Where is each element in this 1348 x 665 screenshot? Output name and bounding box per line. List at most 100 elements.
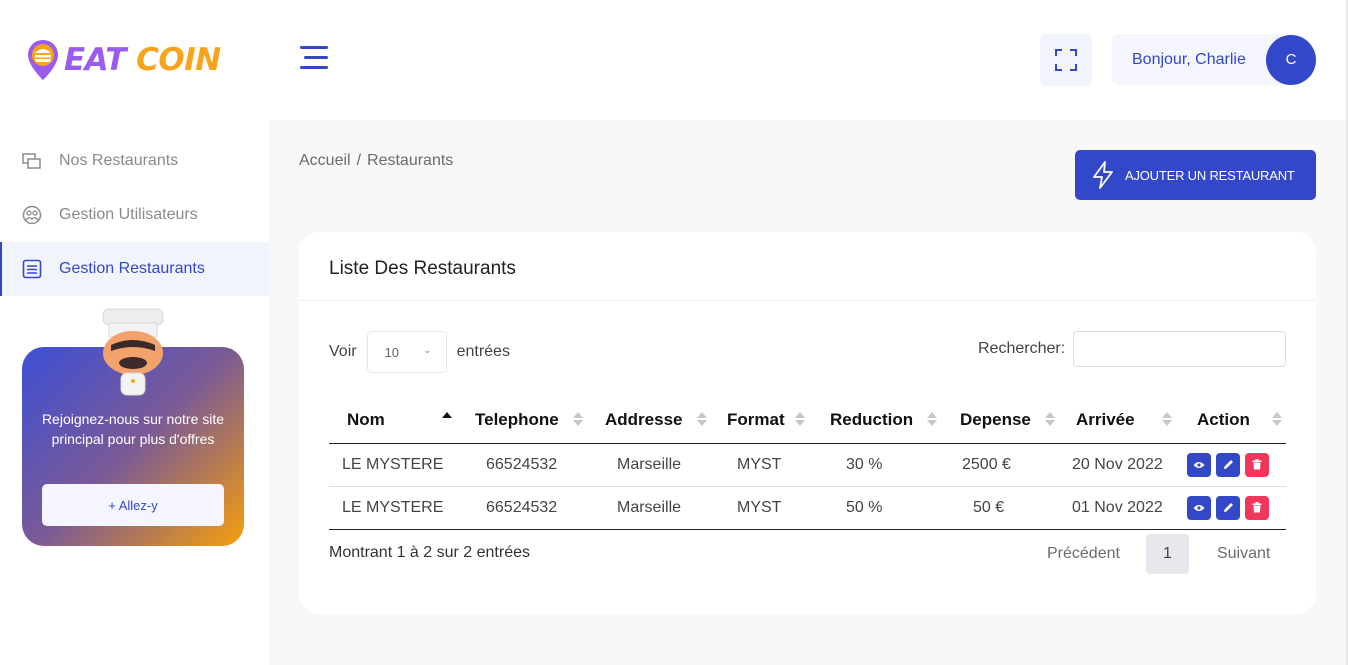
cell-actions [1179, 486, 1286, 530]
sidebar-item-nos-restaurants[interactable]: Nos Restaurants [0, 134, 269, 188]
edit-button[interactable] [1216, 495, 1240, 520]
column-header-label: Addresse [605, 410, 683, 430]
cell-nom: LE MYSTERE [329, 443, 458, 487]
column-header-action[interactable]: Action [1179, 398, 1286, 444]
top-header: Bonjour, Charlie C [269, 0, 1348, 120]
search-input[interactable] [1073, 331, 1287, 367]
sidebar-item-gestion-restaurants[interactable]: Gestion Restaurants [0, 242, 269, 296]
promo-text: Rejoignez-nous sur notre site principal … [41, 411, 225, 447]
breadcrumb-home[interactable]: Accueil [299, 152, 351, 169]
cell-telephone: 66524532 [458, 486, 591, 530]
view-button[interactable] [1187, 452, 1211, 477]
column-header-label: Depense [960, 410, 1031, 430]
brand-logo[interactable]: EAT COIN [26, 38, 221, 82]
eye-icon [1193, 504, 1205, 511]
sort-icon [795, 412, 805, 430]
pagination-previous[interactable]: Précédent [1047, 545, 1120, 563]
sidebar-item-label: Gestion Restaurants [59, 260, 205, 277]
page-length-value: 10 [384, 344, 400, 360]
card-divider [299, 300, 1316, 301]
table-row: LE MYSTERE 66524532 Marseille MYST 30 % … [329, 443, 1286, 487]
fullscreen-icon [1055, 49, 1077, 71]
cell-adresse: Marseille [591, 443, 715, 487]
breadcrumb: Accueil / Restaurants [299, 152, 453, 170]
sort-icon [1162, 412, 1172, 430]
sidebar-item-label: Gestion Utilisateurs [59, 206, 198, 223]
cell-actions [1179, 443, 1286, 487]
column-header-format[interactable]: Format [715, 398, 817, 444]
user-greeting: Bonjour, Charlie [1132, 50, 1246, 68]
cell-adresse: Marseille [591, 486, 715, 530]
chevron-down-icon: ⌄ [423, 345, 432, 356]
eye-icon [1193, 461, 1205, 468]
fullscreen-button[interactable] [1040, 34, 1092, 86]
column-header-reduction[interactable]: Reduction [817, 398, 947, 444]
column-header-label: Nom [347, 410, 385, 430]
cell-depense: 50 € [947, 486, 1063, 530]
view-button[interactable] [1187, 495, 1211, 520]
user-menu[interactable]: Bonjour, Charlie C [1112, 34, 1316, 85]
sidebar-nav: Nos Restaurants Gestion Utilisateurs Ges… [0, 134, 269, 296]
sort-icon [1272, 412, 1282, 430]
pencil-icon [1223, 503, 1233, 512]
page-length-select[interactable]: 10 ⌄ [366, 331, 447, 373]
sort-icon [573, 412, 583, 430]
promo-button[interactable]: + Allez-y [42, 484, 224, 526]
table-info: Montrant 1 à 2 sur 2 entrées [329, 544, 530, 561]
chef-illustration [102, 308, 164, 396]
brand-name: EAT COIN [64, 42, 221, 78]
column-header-addresse[interactable]: Addresse [591, 398, 715, 444]
cell-telephone: 66524532 [458, 443, 591, 487]
column-header-label: Reduction [830, 410, 914, 430]
brand-name-part2: COIN [136, 42, 221, 78]
card-title: Liste Des Restaurants [329, 258, 516, 279]
users-icon [21, 204, 43, 226]
cell-format: MYST [715, 486, 817, 530]
sort-icon [927, 412, 937, 430]
column-header-nom[interactable]: Nom [329, 398, 458, 444]
sort-icon [697, 412, 707, 430]
cell-reduction: 30 % [817, 443, 947, 487]
avatar[interactable]: C [1266, 34, 1316, 85]
column-header-label: Telephone [475, 410, 559, 430]
column-header-label: Action [1197, 410, 1250, 430]
burger-pin-icon [28, 40, 58, 80]
sort-icon [1045, 412, 1055, 430]
column-header-depense[interactable]: Depense [947, 398, 1063, 444]
restaurants-card: Liste Des Restaurants Voir 10 ⌄ entrées … [299, 232, 1316, 614]
search-label: Rechercher: [978, 340, 1066, 357]
search-control: Rechercher: [978, 331, 1287, 367]
cell-depense: 2500 € [947, 443, 1063, 487]
pencil-icon [1223, 460, 1233, 469]
column-header-label: Format [727, 410, 785, 430]
restaurants-icon [21, 150, 43, 172]
column-header-label: Arrivée [1076, 410, 1135, 430]
hamburger-menu-icon[interactable] [300, 46, 328, 72]
cell-reduction: 50 % [817, 486, 947, 530]
breadcrumb-separator: / [356, 152, 362, 169]
delete-button[interactable] [1245, 495, 1269, 520]
add-restaurant-button[interactable]: AJOUTER UN RESTAURANT [1075, 150, 1316, 200]
sidebar-item-label: Nos Restaurants [59, 152, 179, 169]
delete-button[interactable] [1245, 452, 1269, 477]
add-restaurant-label: AJOUTER UN RESTAURANT [1125, 167, 1295, 183]
list-icon [21, 258, 43, 280]
cell-nom: LE MYSTERE [329, 486, 458, 530]
sidebar-item-gestion-utilisateurs[interactable]: Gestion Utilisateurs [0, 188, 269, 242]
table-header-row: Nom Telephone Addresse Format Reduction [329, 398, 1286, 444]
cell-arrivee: 01 Nov 2022 [1063, 486, 1179, 530]
edit-button[interactable] [1216, 452, 1240, 477]
lightning-icon [1093, 161, 1113, 189]
sidebar: EAT COIN Nos Restaurants Gestion Utilisa… [0, 0, 269, 665]
cell-arrivee: 20 Nov 2022 [1063, 443, 1179, 487]
page-length-control: Voir 10 ⌄ entrées [329, 331, 510, 373]
cell-format: MYST [715, 443, 817, 487]
sort-asc-icon [442, 412, 452, 430]
breadcrumb-current: Restaurants [367, 152, 454, 169]
column-header-arrivee[interactable]: Arrivée [1063, 398, 1179, 444]
column-header-telephone[interactable]: Telephone [458, 398, 591, 444]
trash-icon [1252, 502, 1262, 513]
pagination-page[interactable]: 1 [1145, 534, 1189, 574]
pagination: Précédent 1 Suivant [1032, 534, 1270, 574]
pagination-next[interactable]: Suivant [1217, 545, 1270, 563]
